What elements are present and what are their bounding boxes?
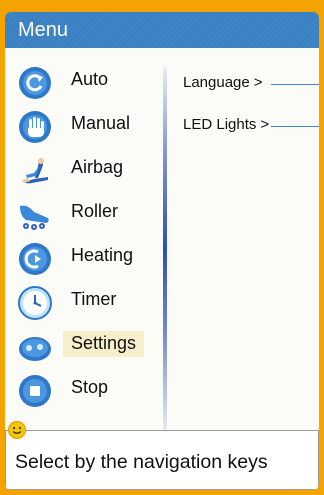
menu-item-heating[interactable]: Heating [5,236,160,280]
menu-item-label: Auto [71,69,109,89]
submenu-item-language[interactable]: Language > [183,74,263,91]
heating-icon [19,243,51,275]
menu-item-roller[interactable]: Roller [5,192,160,236]
hint-text: Select by the navigation keys [15,451,268,473]
stop-icon [19,375,51,407]
menu-item-settings[interactable]: Settings [5,324,160,368]
menu-divider [163,67,167,432]
chevron-right-icon: > [253,74,263,91]
auto-refresh-icon [19,67,51,99]
submenu-connector-line [271,84,319,85]
menu-item-label: Airbag [71,157,124,177]
menu-item-timer[interactable]: Timer [5,280,160,324]
chevron-right-icon: > [260,116,270,133]
foot-roller-icon [20,205,49,230]
menu-item-label: Stop [71,377,109,397]
submenu-item-led-lights[interactable]: LED Lights > [183,116,269,133]
submenu-connector-line [271,126,319,127]
menu-title-bar: Menu [5,12,319,48]
menu-panel: Menu Auto Manual Airbag Roller Heating T… [5,12,319,490]
smiley-icon [8,421,26,439]
submenu-item-label: LED Lights [183,116,257,133]
menu-item-auto[interactable]: Auto [5,60,160,104]
submenu-item-label: Language [183,74,250,91]
massage-chair-icon [22,158,48,184]
menu-item-manual[interactable]: Manual [5,104,160,148]
menu-item-label: Roller [71,201,119,221]
settings-icon [19,337,51,361]
hint-box: Select by the navigation keys [5,421,319,490]
menu-item-label: Manual [71,113,131,133]
menu-item-label: Heating [71,245,134,265]
clock-icon [18,286,52,320]
hand-icon [19,111,51,143]
menu-item-stop[interactable]: Stop [5,368,160,412]
menu-item-label: Settings [63,331,145,357]
menu-title: Menu [18,19,69,41]
menu-item-label: Timer [71,289,117,309]
menu-item-airbag[interactable]: Airbag [5,148,160,192]
